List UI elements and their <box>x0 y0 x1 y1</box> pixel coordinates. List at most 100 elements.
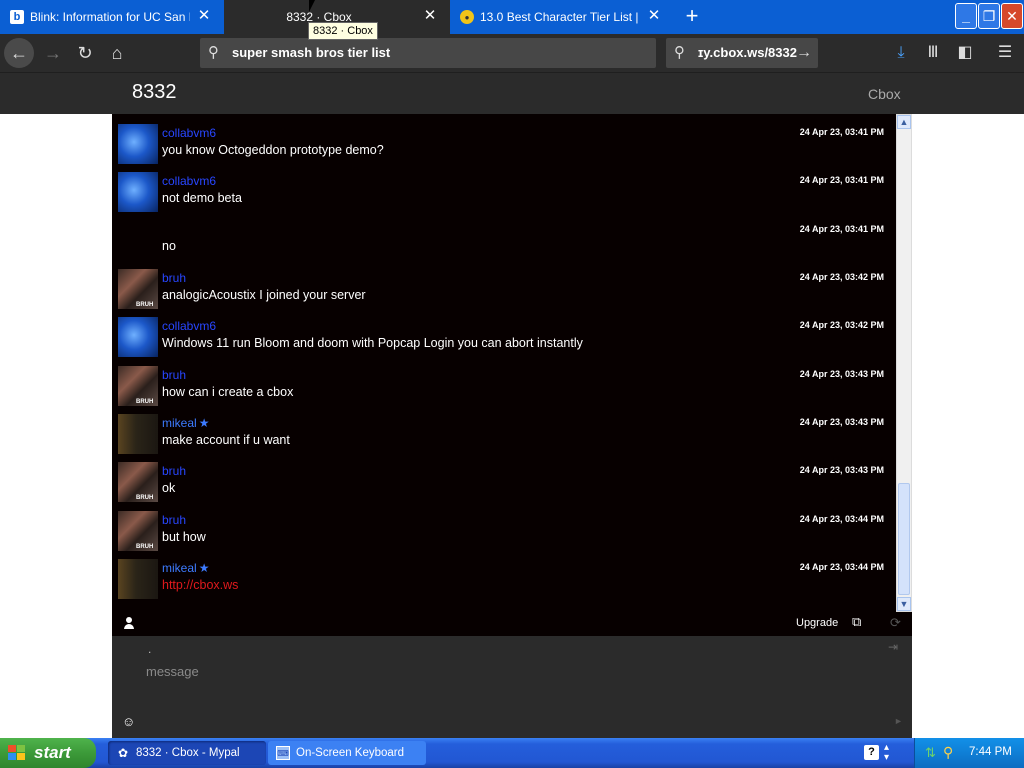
chat-message: bruh how can i create a cbox 24 Apr 23, … <box>112 356 896 406</box>
cbox-brand-link[interactable]: Cbox <box>868 86 901 102</box>
address-text: super smash bros tier list <box>232 45 391 60</box>
message-timestamp: 24 Apr 23, 03:43 PM <box>799 369 884 379</box>
address-bar[interactable]: ⚲ super smash bros tier list <box>200 38 656 68</box>
scroll-up-icon[interactable]: ▲ <box>897 115 911 129</box>
new-tab-icon[interactable]: + <box>680 4 704 28</box>
start-label: start <box>34 743 71 762</box>
start-button[interactable]: start <box>0 738 96 768</box>
message-timestamp: 24 Apr 23, 03:42 PM <box>799 320 884 330</box>
minimize-icon[interactable]: _ <box>955 3 977 29</box>
chat-message: collabvm6 Windows 11 run Bloom and doom … <box>112 307 896 357</box>
taskbar-item-label: On-Screen Keyboard <box>296 747 405 759</box>
login-icon[interactable]: ⇥ <box>888 640 898 654</box>
star-badge-icon: ★ <box>198 561 210 575</box>
tab-tier-list[interactable]: ● 13.0 Best Character Tier List | Ap ✕ <box>450 0 674 34</box>
avatar[interactable] <box>118 269 158 309</box>
hamburger-menu-icon[interactable]: ☰ <box>992 40 1018 66</box>
maximize-icon[interactable]: ❐ <box>978 3 1000 29</box>
library-icon[interactable]: Ⅲ <box>920 40 946 66</box>
close-tab-icon[interactable]: ✕ <box>196 8 212 24</box>
message-username[interactable]: mikeal ★ <box>162 561 209 575</box>
page-title: 8332 <box>132 81 177 103</box>
message-text: ok <box>162 481 176 495</box>
avatar[interactable] <box>118 317 158 357</box>
avatar[interactable] <box>118 366 158 406</box>
refresh-icon[interactable]: ⟳ <box>890 615 901 631</box>
name-field[interactable]: . <box>148 642 151 656</box>
download-icon[interactable]: ⤓ <box>888 40 914 66</box>
message-text: no <box>162 239 176 253</box>
avatar[interactable] <box>118 414 158 454</box>
search-bar[interactable]: ⚲ ɪy.cbox.ws/8332 → <box>666 38 818 68</box>
message-username[interactable]: collabvm6 <box>162 319 216 333</box>
navigation-bar: ← → ↻ ⌂ ⚲ super smash bros tier list ⚲ ɪ… <box>0 34 1024 72</box>
message-timestamp: 24 Apr 23, 03:41 PM <box>799 175 884 185</box>
message-link[interactable]: http://cbox.ws <box>162 578 238 592</box>
scrollbar-thumb[interactable] <box>898 483 910 595</box>
message-username[interactable]: bruh <box>162 368 186 382</box>
taskbar-item-browser[interactable]: ✿ 8332 · Cbox - Mypal <box>108 741 266 765</box>
message-text: not demo beta <box>162 191 242 205</box>
taskbar-item-keyboard[interactable]: ⌨ On-Screen Keyboard <box>268 741 426 765</box>
chat-message-list: collabvm6 you know Octogeddon prototype … <box>112 114 912 614</box>
tier-favicon-icon: ● <box>460 10 474 24</box>
chat-message: bruh but how 24 Apr 23, 03:44 PM <box>112 501 896 551</box>
message-input[interactable] <box>146 660 846 682</box>
sidebar-icon[interactable]: ◧ <box>952 40 978 66</box>
upgrade-link[interactable]: Upgrade <box>796 617 838 629</box>
mouse-cursor-icon <box>309 0 315 12</box>
go-arrow-icon[interactable]: → <box>796 38 812 68</box>
avatar[interactable] <box>118 462 158 502</box>
forward-arrow-icon[interactable]: → <box>38 38 68 68</box>
popout-icon[interactable]: ⧉ <box>852 614 861 630</box>
browser-app-icon: ✿ <box>117 746 129 760</box>
chat-scrollbar[interactable]: ▲ ▼ <box>896 114 912 612</box>
message-username[interactable]: collabvm6 <box>162 126 216 140</box>
message-timestamp: 24 Apr 23, 03:44 PM <box>799 562 884 572</box>
tab-title: Blink: Information for UC San Diego <box>30 10 190 24</box>
back-arrow-icon[interactable]: ← <box>4 38 34 68</box>
chat-message: bruh ok 24 Apr 23, 03:43 PM <box>112 452 896 502</box>
close-tab-icon[interactable]: ✕ <box>646 8 662 24</box>
close-tab-icon[interactable]: ✕ <box>422 8 438 24</box>
avatar[interactable] <box>118 511 158 551</box>
network-icon[interactable]: ⇅ <box>925 745 936 761</box>
taskbar-scroll-icon[interactable]: ▴ ▾ <box>884 743 889 763</box>
chat-message: no 24 Apr 23, 03:41 PM <box>112 211 896 259</box>
taskbar: start ✿ 8332 · Cbox - Mypal ⌨ On-Screen … <box>0 738 1024 768</box>
clock[interactable]: 7:44 PM <box>969 746 1012 758</box>
search-icon: ⚲ <box>674 44 685 61</box>
message-username[interactable]: bruh <box>162 464 186 478</box>
message-text: Windows 11 run Bloom and doom with Popca… <box>162 336 583 350</box>
message-username[interactable]: collabvm6 <box>162 174 216 188</box>
chat-message: mikeal ★ make account if u want 24 Apr 23… <box>112 404 896 454</box>
message-username[interactable]: mikeal ★ <box>162 416 209 430</box>
magnifier-icon[interactable]: ⚲ <box>943 744 953 761</box>
smiley-icon[interactable]: ☺ <box>122 714 135 729</box>
tab-blink[interactable]: b Blink: Information for UC San Diego ✕ <box>0 0 224 34</box>
send-arrow-icon[interactable]: ► <box>894 716 903 726</box>
chat-message: mikeal ★ http://cbox.ws 24 Apr 23, 03:44 … <box>112 549 896 599</box>
scroll-down-icon[interactable]: ▼ <box>897 597 911 611</box>
message-username[interactable]: bruh <box>162 271 186 285</box>
help-icon[interactable]: ? <box>864 745 879 760</box>
chat-message: collabvm6 not demo beta 24 Apr 23, 03:41… <box>112 162 896 212</box>
reload-icon[interactable]: ↻ <box>70 38 100 68</box>
message-text: make account if u want <box>162 433 290 447</box>
avatar[interactable] <box>118 124 158 164</box>
avatar[interactable] <box>118 172 158 212</box>
avatar[interactable] <box>118 559 158 599</box>
message-text: but how <box>162 530 206 544</box>
home-icon[interactable]: ⌂ <box>102 38 132 68</box>
star-badge-icon: ★ <box>198 416 210 430</box>
message-text: analogicAcoustix I joined your server <box>162 288 366 302</box>
search-icon: ⚲ <box>208 44 219 61</box>
search-text: ɪy.cbox.ws/8332 <box>698 45 797 60</box>
message-username[interactable]: bruh <box>162 513 186 527</box>
message-timestamp: 24 Apr 23, 03:42 PM <box>799 272 884 282</box>
window-close-icon[interactable]: ✕ <box>1001 3 1023 29</box>
message-text: you know Octogeddon prototype demo? <box>162 143 384 157</box>
tab-title: 13.0 Best Character Tier List | Ap <box>480 10 640 24</box>
user-icon[interactable] <box>124 617 134 629</box>
message-timestamp: 24 Apr 23, 03:41 PM <box>799 224 884 234</box>
